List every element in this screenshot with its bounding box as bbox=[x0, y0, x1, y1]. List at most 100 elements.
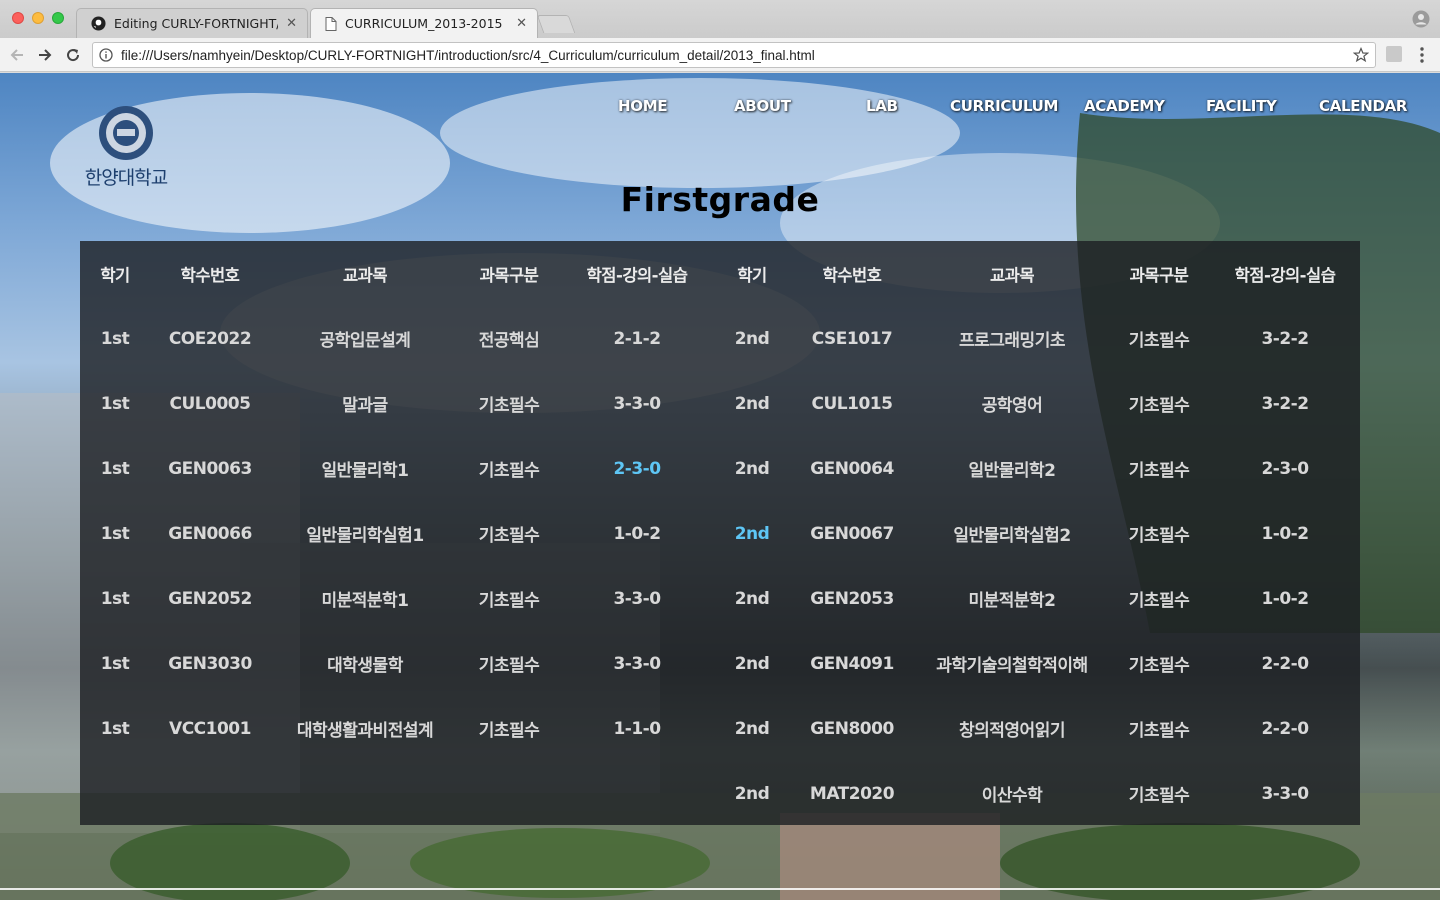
extension-icon[interactable] bbox=[1386, 46, 1402, 62]
cell-credits: 1-0-2 bbox=[1261, 523, 1309, 544]
cell-course-code: MAT2020 bbox=[809, 783, 895, 804]
header-semester: 학기 bbox=[100, 265, 130, 285]
cell-category bbox=[454, 761, 564, 826]
arrow-left-icon bbox=[10, 49, 23, 61]
info-icon[interactable] bbox=[99, 48, 113, 62]
page-viewport: 한양대학교 HOME ABOUT LAB CURRICULUM ACADEMY … bbox=[0, 73, 1440, 900]
cell-course-code: COE2022 bbox=[168, 328, 252, 349]
cell-credits: 2-3-0 bbox=[613, 458, 661, 479]
cell-course-name: 이산수학 bbox=[981, 786, 1043, 806]
close-tab-icon[interactable]: ✕ bbox=[516, 16, 527, 31]
header-category: 과목구분 bbox=[1129, 265, 1189, 285]
cell-semester: 1st bbox=[100, 458, 130, 479]
cell-course-code: GEN0063 bbox=[168, 458, 252, 479]
tab-title: Editing CURLY-FORTNIGHT/RE bbox=[114, 16, 278, 31]
browser-tab-curriculum[interactable]: CURRICULUM_2013-2015 ✕ bbox=[310, 8, 538, 38]
cell-semester: 2nd bbox=[734, 393, 770, 414]
cell-semester: 1st bbox=[100, 718, 130, 739]
curriculum-table-panel: 학기 학수번호 교과목 과목구분 학점-강의-실습 학기 학수번호 교과목 과목구분 학점-강의-… bbox=[80, 241, 1360, 825]
cell-course-code: CUL1015 bbox=[811, 393, 893, 414]
table-row: 1st GEN2052 미분적분학1 기초필수 3-3-0 2nd GEN2053 미분적분학… bbox=[80, 566, 1360, 631]
reload-icon bbox=[67, 49, 80, 62]
table-row: 2nd MAT2020 이산수학 기초필수 3-3-0 bbox=[80, 761, 1360, 826]
cell-course-code: CSE1017 bbox=[811, 328, 893, 349]
cell-credits: 1-0-2 bbox=[1261, 588, 1309, 609]
cell-category: 기초필수 bbox=[478, 526, 540, 546]
cell-course-code: VCC1001 bbox=[169, 718, 251, 739]
header-course-code: 학수번호 bbox=[180, 265, 240, 285]
cell-category: 기초필수 bbox=[1128, 331, 1190, 351]
cell-course-name: 창의적영어읽기 bbox=[959, 721, 1065, 741]
cell-semester: 2nd bbox=[734, 653, 770, 674]
address-bar[interactable]: file:///Users/namhyein/Desktop/CURLY-FOR… bbox=[92, 42, 1376, 68]
cell-course-name: 과학기술의철학적이해 bbox=[936, 656, 1088, 676]
cell-course-code: GEN8000 bbox=[810, 718, 894, 739]
browser-toolbar: file:///Users/namhyein/Desktop/CURLY-FOR… bbox=[0, 38, 1440, 72]
cell-semester: 1st bbox=[100, 588, 130, 609]
back-button[interactable] bbox=[8, 46, 26, 64]
nav-academy[interactable]: ACADEMY bbox=[1084, 97, 1165, 115]
cell-category: 기초필수 bbox=[1128, 461, 1190, 481]
more-vert-icon[interactable] bbox=[1416, 46, 1428, 64]
close-window-button[interactable] bbox=[12, 12, 24, 24]
page-title: Firstgrade bbox=[620, 180, 820, 219]
cell-category: 기초필수 bbox=[478, 396, 540, 416]
cell-course-name: 미분적분학1 bbox=[321, 591, 409, 611]
reload-button[interactable] bbox=[64, 46, 82, 64]
cell-course-name: 미분적분학2 bbox=[968, 591, 1056, 611]
header-credits: 학점-강의-실습 bbox=[1234, 265, 1336, 285]
cell-course-name: 말과글 bbox=[342, 396, 388, 416]
nav-lab[interactable]: LAB bbox=[866, 97, 898, 115]
cell-course-code: GEN2052 bbox=[168, 588, 252, 609]
cell-course-code: CUL0005 bbox=[169, 393, 251, 414]
browser-tab-bar: Editing CURLY-FORTNIGHT/RE ✕ CURRICULUM_… bbox=[0, 0, 1440, 38]
nav-facility[interactable]: FACILITY bbox=[1206, 97, 1277, 115]
arrow-right-icon bbox=[39, 49, 52, 61]
cell-course-name: 공학영어 bbox=[981, 396, 1043, 416]
cell-semester: 2nd bbox=[734, 523, 770, 544]
url-text[interactable]: file:///Users/namhyein/Desktop/CURLY-FOR… bbox=[121, 48, 815, 63]
cell-category: 전공핵심 bbox=[478, 331, 540, 351]
cell-course-code: GEN0067 bbox=[810, 523, 894, 544]
bookmark-star-icon[interactable] bbox=[1353, 47, 1369, 63]
cell-credits: 2-3-0 bbox=[1261, 458, 1309, 479]
nav-curriculum[interactable]: CURRICULUM bbox=[950, 97, 1059, 115]
table-row: 1st GEN0063 일반물리학1 기초필수 2-3-0 2nd GEN0064 일반물리학… bbox=[80, 436, 1360, 501]
nav-home[interactable]: HOME bbox=[618, 97, 668, 115]
profile-icon[interactable] bbox=[1412, 10, 1430, 28]
table-row: 1st COE2022 공학입문설계 전공핵심 2-1-2 2nd CSE1017 프로그래밍… bbox=[80, 306, 1360, 371]
cell-semester: 2nd bbox=[734, 718, 770, 739]
cell-semester: 2nd bbox=[734, 458, 770, 479]
close-tab-icon[interactable]: ✕ bbox=[286, 16, 297, 31]
cell-course-name: 프로그래밍기초 bbox=[959, 331, 1065, 351]
cell-semester: 1st bbox=[100, 328, 130, 349]
nav-about[interactable]: ABOUT bbox=[734, 97, 791, 115]
cell-semester: 1st bbox=[100, 393, 130, 414]
cell-semester: 1st bbox=[100, 653, 130, 674]
cell-credits: 3-3-0 bbox=[1261, 783, 1309, 804]
forward-button[interactable] bbox=[36, 46, 54, 64]
new-tab-button[interactable] bbox=[536, 15, 576, 33]
cell-course-code: GEN4091 bbox=[810, 653, 894, 674]
cell-category: 기초필수 bbox=[478, 656, 540, 676]
cell-category: 기초필수 bbox=[478, 591, 540, 611]
cell-category: 기초필수 bbox=[1128, 721, 1190, 741]
cell-course-name: 대학생물학 bbox=[327, 656, 403, 676]
table-row: 1st GEN0066 일반물리학실험1 기초필수 1-0-2 2nd GEN0067 일반물… bbox=[80, 501, 1360, 566]
nav-calendar[interactable]: CALENDAR bbox=[1319, 97, 1407, 115]
cell-credits: 3-2-2 bbox=[1261, 328, 1309, 349]
main-nav: HOME ABOUT LAB CURRICULUM ACADEMY FACILI… bbox=[0, 97, 1440, 123]
minimize-window-button[interactable] bbox=[32, 12, 44, 24]
cell-category: 기초필수 bbox=[1128, 591, 1190, 611]
cell-credits: 2-2-0 bbox=[1261, 718, 1309, 739]
header-credits: 학점-강의-실습 bbox=[586, 265, 688, 285]
cell-course-name: 공학입문설계 bbox=[319, 331, 411, 351]
browser-tab-github[interactable]: Editing CURLY-FORTNIGHT/RE ✕ bbox=[76, 8, 308, 38]
header-semester: 학기 bbox=[737, 265, 767, 285]
cell-course-name: 대학생활과비전설계 bbox=[296, 721, 434, 741]
cell-course-name: 일반물리학실험2 bbox=[953, 526, 1071, 546]
maximize-window-button[interactable] bbox=[52, 12, 64, 24]
curriculum-table: 학기 학수번호 교과목 과목구분 학점-강의-실습 학기 학수번호 교과목 과목구분 학점-강의-… bbox=[80, 241, 1360, 826]
cell-category: 기초필수 bbox=[1128, 656, 1190, 676]
cell-course-code: GEN2053 bbox=[810, 588, 894, 609]
